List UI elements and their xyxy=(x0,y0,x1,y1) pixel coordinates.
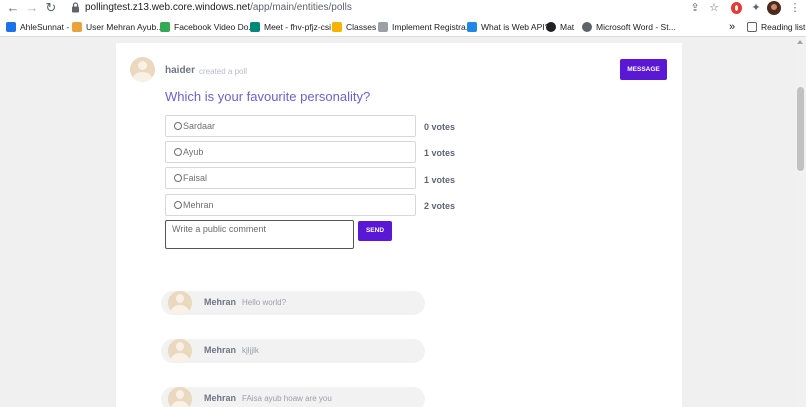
forward-icon[interactable]: → xyxy=(25,1,39,15)
poll-option[interactable]: Ayub xyxy=(165,141,416,163)
comment-input[interactable] xyxy=(165,220,354,249)
plus-icon xyxy=(160,22,170,32)
bookmark-item[interactable]: Meet - fhv-pfjz-csi xyxy=(250,20,331,34)
poll-author-name[interactable]: haider xyxy=(165,65,195,76)
comment-author[interactable]: Mehran xyxy=(204,297,236,307)
bookmark-item[interactable]: User Mehran Ayub... xyxy=(72,20,163,34)
comment-text: FAisa ayub hoaw are you xyxy=(242,394,332,403)
option-label: Ayub xyxy=(183,147,204,157)
address-bar[interactable]: pollingtest.z13.web.core.windows.net/app… xyxy=(85,1,352,15)
reading-list[interactable]: Reading list xyxy=(747,20,805,34)
comment-text: Hello world? xyxy=(242,298,287,307)
option-label: Mehran xyxy=(183,200,214,210)
share-icon[interactable]: ⇪ xyxy=(688,1,702,15)
comment-avatar[interactable] xyxy=(168,387,192,407)
poll-option[interactable]: Sardaar xyxy=(165,115,416,137)
bookmark-item[interactable]: Classes xyxy=(332,20,376,34)
grid-icon xyxy=(6,22,16,32)
page-scrollbar[interactable] xyxy=(795,37,806,407)
poll-author-avatar[interactable] xyxy=(130,57,155,82)
vote-count: 2 votes xyxy=(424,201,456,211)
poll-option[interactable]: Mehran xyxy=(165,194,416,216)
bookmark-label: What is Web API? xyxy=(481,22,550,32)
bookmark-item[interactable]: Implement Registra... xyxy=(378,20,473,34)
menu-kebab-icon[interactable]: ⋮ xyxy=(788,1,802,15)
vote-count: 0 votes xyxy=(424,122,456,132)
vote-count: 1 votes xyxy=(424,148,456,158)
bookmark-item[interactable]: What is Web API? xyxy=(467,20,549,34)
vote-count: 1 votes xyxy=(424,175,456,185)
send-button[interactable]: SEND xyxy=(358,221,392,241)
comment-avatar[interactable] xyxy=(168,291,192,315)
poll-author-action: created a poll xyxy=(199,67,248,76)
radio-button[interactable] xyxy=(174,122,182,130)
scroll-thumb[interactable] xyxy=(797,87,804,171)
bookmarks-bar: AhleSunnat - User Mehran Ayub... Faceboo… xyxy=(0,17,806,37)
url-path: /app/main/entities/polls xyxy=(250,2,352,13)
classroom-icon xyxy=(332,22,342,32)
bookmark-item[interactable]: Microsoft Word - St... xyxy=(582,20,676,34)
message-button[interactable]: MESSAGE xyxy=(620,59,667,80)
bookmark-item[interactable]: Facebook Video Do... xyxy=(160,20,256,34)
bookmark-label: Meet - fhv-pfjz-csi xyxy=(264,22,332,32)
url-host: pollingtest.z13.web.core.windows.net xyxy=(85,2,251,13)
meet-icon xyxy=(250,22,260,32)
reading-list-label: Reading list xyxy=(761,22,806,32)
radio-button[interactable] xyxy=(174,174,182,182)
bookmark-label: Microsoft Word - St... xyxy=(596,22,676,32)
option-label: Sardaar xyxy=(183,121,216,131)
bookmark-label: Implement Registra... xyxy=(392,22,473,32)
page-icon xyxy=(378,22,388,32)
opera-extension-icon[interactable] xyxy=(731,2,742,14)
bookmark-label: Facebook Video Do... xyxy=(174,22,256,32)
comment-item xyxy=(161,291,425,315)
user-icon xyxy=(72,22,82,32)
poll-option[interactable]: Faisal xyxy=(165,167,416,189)
t-icon xyxy=(467,22,477,32)
radio-button[interactable] xyxy=(174,148,182,156)
bookmark-item[interactable]: AhleSunnat - xyxy=(6,20,69,34)
comment-avatar[interactable] xyxy=(168,339,192,363)
bookmark-label: Mat xyxy=(560,22,575,32)
comment-item xyxy=(161,339,425,363)
comment-text: kjljjlk xyxy=(242,346,259,355)
reload-icon[interactable]: ↻ xyxy=(44,1,58,15)
profile-avatar[interactable] xyxy=(767,1,781,15)
globe-icon xyxy=(582,22,592,32)
scroll-up-icon[interactable] xyxy=(797,40,803,44)
browser-toolbar: ← → ↻ pollingtest.z13.web.core.windows.n… xyxy=(0,0,806,17)
star-icon[interactable]: ☆ xyxy=(707,1,721,15)
option-label: Faisal xyxy=(183,173,208,183)
bookmark-label: Classes xyxy=(346,22,377,32)
reading-list-icon xyxy=(747,22,757,32)
comment-author[interactable]: Mehran xyxy=(204,345,236,355)
bookmark-item[interactable]: Mat xyxy=(546,20,574,34)
back-icon[interactable]: ← xyxy=(6,1,20,15)
extensions-puzzle-icon[interactable]: ✦ xyxy=(749,1,763,15)
more-bookmarks-icon[interactable]: » xyxy=(729,20,735,34)
poll-question: Which is your favourite personality? xyxy=(165,89,371,104)
lock-icon[interactable] xyxy=(71,2,80,13)
bookmark-label: User Mehran Ayub... xyxy=(86,22,164,32)
comment-author[interactable]: Mehran xyxy=(204,393,236,403)
bookmark-label: AhleSunnat - xyxy=(20,22,70,32)
mat-icon xyxy=(546,22,556,32)
radio-button[interactable] xyxy=(174,201,182,209)
